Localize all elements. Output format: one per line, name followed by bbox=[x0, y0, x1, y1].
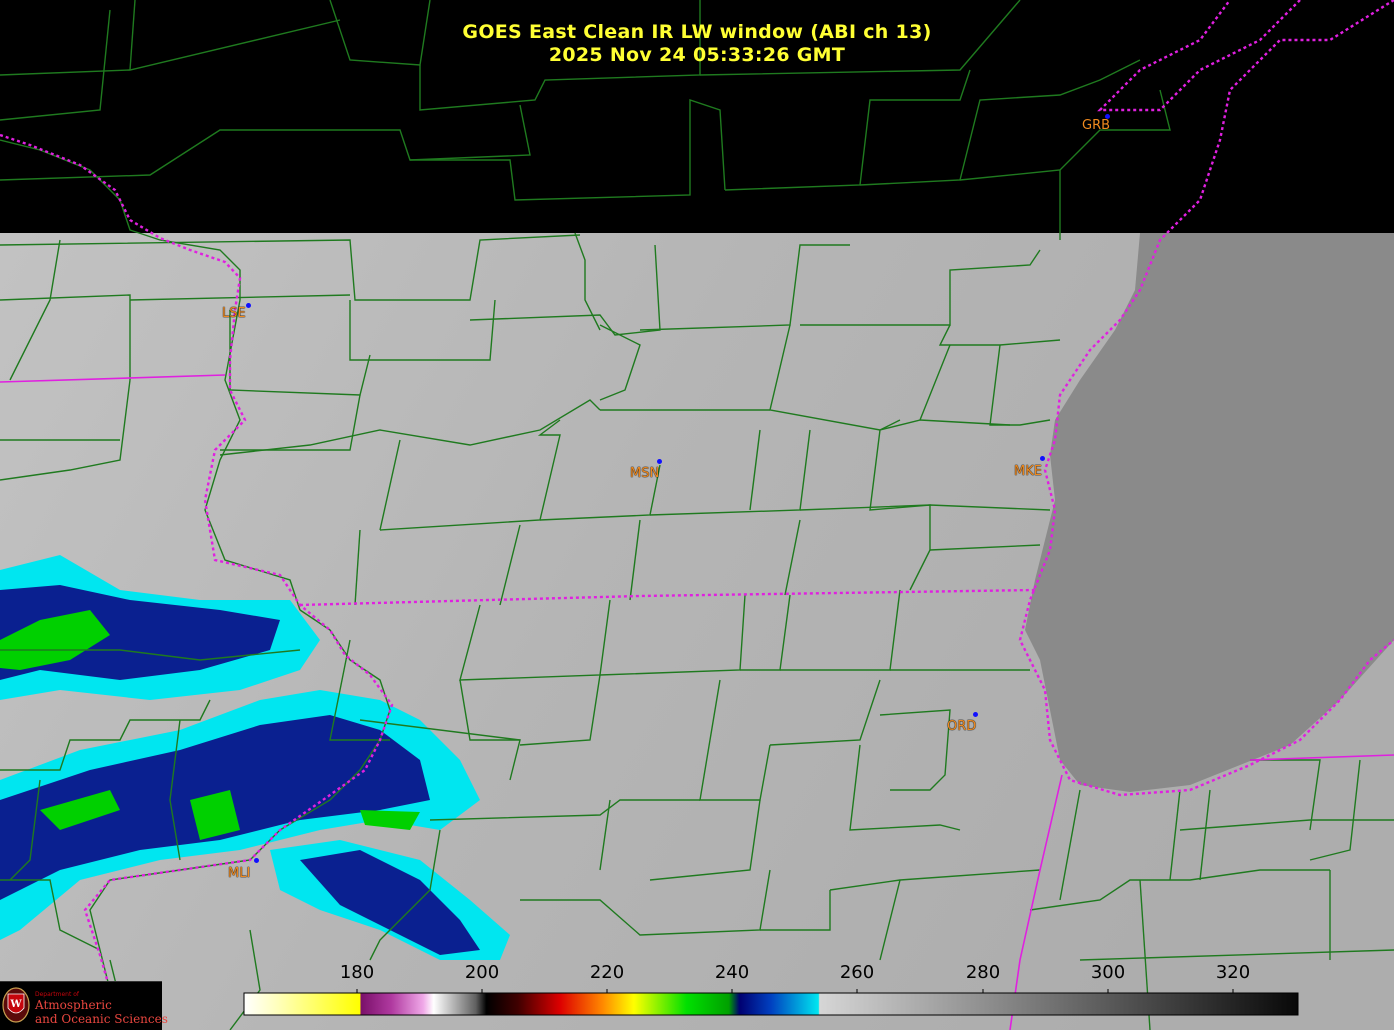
logo-dept-text: Department of bbox=[35, 991, 79, 998]
station-dot-ord bbox=[973, 712, 978, 717]
station-label-ord: ORD bbox=[947, 719, 977, 734]
colorbar-tick-label: 260 bbox=[839, 962, 875, 983]
station-label-mli: MLI bbox=[228, 866, 251, 881]
aos-logo: W Department of Atmospheric and Oceanic … bbox=[0, 981, 168, 1030]
map-timestamp: 2025 Nov 24 05:33:26 GMT bbox=[548, 44, 846, 66]
colorbar-tick-label: 240 bbox=[714, 962, 750, 983]
logo-name-line1: Atmospheric bbox=[35, 998, 112, 1012]
map-canvas bbox=[0, 0, 1394, 1030]
station-dot-msn bbox=[657, 459, 662, 464]
logo-name-line2: and Oceanic Sciences bbox=[35, 1012, 168, 1026]
map-title: GOES East Clean IR LW window (ABI ch 13) bbox=[462, 21, 932, 43]
svg-text:W: W bbox=[9, 999, 22, 1010]
station-dot-lse bbox=[246, 303, 251, 308]
station-dot-mli bbox=[254, 858, 259, 863]
station-label-grb: GRB bbox=[1082, 118, 1111, 133]
colorbar-tick-label: 220 bbox=[589, 962, 625, 983]
uw-crest-icon: W bbox=[2, 987, 30, 1023]
station-label-mke: MKE bbox=[1014, 464, 1042, 479]
station-dot-mke bbox=[1040, 456, 1045, 461]
colorbar-tick-label: 300 bbox=[1090, 962, 1126, 983]
station-label-msn: MSN bbox=[630, 466, 660, 481]
satellite-map-view: GOES East Clean IR LW window (ABI ch 13)… bbox=[0, 0, 1394, 1030]
colorbar-tick-label: 200 bbox=[464, 962, 500, 983]
colorbar-tick-label: 280 bbox=[965, 962, 1001, 983]
colorbar-tick-label: 320 bbox=[1215, 962, 1251, 983]
colorbar-gradient bbox=[243, 992, 1299, 1016]
station-label-lse: LSE bbox=[222, 306, 246, 321]
colorbar-tick-label: 180 bbox=[339, 962, 375, 983]
